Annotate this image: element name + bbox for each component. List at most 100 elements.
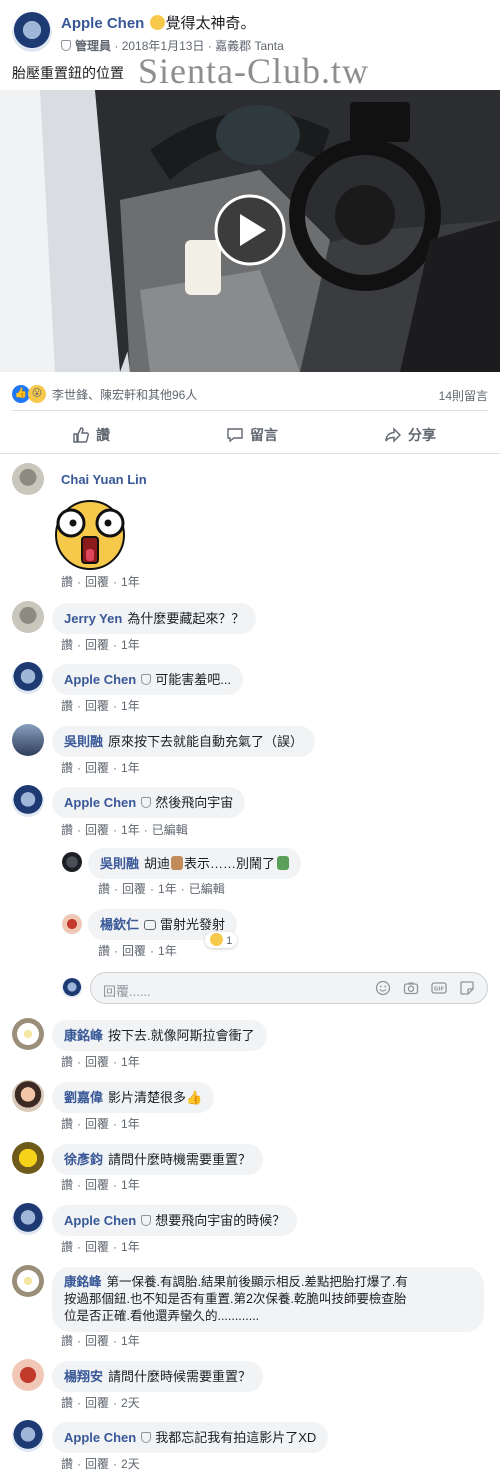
- commenter-avatar[interactable]: [12, 724, 44, 756]
- comment-text-line: 第一保養.有調胎.結果前後顯示相反.差點把胎打爆了.有: [106, 1275, 408, 1289]
- comment-text: 我都忘記我有拍這影片了XD: [155, 1430, 317, 1445]
- commenter-avatar[interactable]: [12, 1420, 44, 1452]
- reactions-row[interactable]: 👍 😮 李世鋒、陳宏軒和其他96人: [12, 385, 197, 403]
- commenter-name[interactable]: Apple Chen: [64, 795, 136, 810]
- comment-actions: 讚 · 回覆 · 1年: [61, 1334, 140, 1348]
- commenter-name[interactable]: Apple Chen: [64, 1213, 136, 1228]
- commenter-name[interactable]: Apple Chen: [64, 1430, 136, 1445]
- reply-time[interactable]: 1年: [158, 944, 177, 958]
- commenter-avatar[interactable]: [12, 1203, 44, 1235]
- reply-reaction-badge[interactable]: 1: [205, 932, 238, 948]
- replier-avatar[interactable]: [62, 914, 82, 934]
- comment-time[interactable]: 2天: [121, 1457, 140, 1470]
- comment-time[interactable]: 1年: [121, 823, 140, 837]
- comment-reply-link[interactable]: 回覆: [85, 1178, 109, 1192]
- my-avatar: [62, 978, 82, 998]
- commenter-avatar[interactable]: [12, 662, 44, 694]
- comment-reply-link[interactable]: 回覆: [85, 699, 109, 713]
- comment-reply-link[interactable]: 回覆: [85, 1055, 109, 1069]
- comment-like-link[interactable]: 讚: [61, 699, 73, 713]
- comment-time[interactable]: 2天: [121, 1396, 140, 1410]
- replier-name[interactable]: 吳則融: [100, 856, 139, 871]
- commenter-avatar[interactable]: [12, 785, 44, 817]
- comment-time[interactable]: 1年: [121, 1240, 140, 1254]
- comment-like-link[interactable]: 讚: [61, 1055, 73, 1069]
- commenter-avatar[interactable]: [12, 1359, 44, 1391]
- comment-like-link[interactable]: 讚: [61, 1178, 73, 1192]
- commenter-name[interactable]: 康銘峰: [64, 1028, 103, 1043]
- reply-reply-link[interactable]: 回覆: [122, 944, 146, 958]
- share-button[interactable]: 分享: [384, 425, 436, 445]
- comment-reply-link[interactable]: 回覆: [85, 823, 109, 837]
- comment-actions: 讚 · 回覆 · 1年: [61, 699, 140, 713]
- comment-reply-link[interactable]: 回覆: [85, 1117, 109, 1131]
- reaction-names[interactable]: 李世鋒、陳宏軒和其他96人: [52, 386, 197, 403]
- reply-input[interactable]: 回覆...... GIF: [90, 972, 488, 1004]
- comment-time[interactable]: 1年: [121, 638, 140, 652]
- comments-count[interactable]: 14則留言: [439, 387, 488, 404]
- author-avatar[interactable]: [12, 12, 52, 52]
- commenter-name[interactable]: 楊翔安: [64, 1369, 103, 1384]
- divider: [12, 410, 488, 411]
- commenter-name[interactable]: Chai Yuan Lin: [61, 472, 147, 487]
- comment-like-link[interactable]: 讚: [61, 1396, 73, 1410]
- comment-like-link[interactable]: 讚: [61, 823, 73, 837]
- comment-time[interactable]: 1年: [121, 699, 140, 713]
- camera-icon[interactable]: [403, 980, 419, 996]
- like-button[interactable]: 讚: [72, 425, 110, 445]
- comment-reply-link[interactable]: 回覆: [85, 1240, 109, 1254]
- comment-text-line: 按過那個鈕.也不知是否有重置.第2次保養.乾脆叫技師要檢查胎: [64, 1292, 407, 1306]
- comment-time[interactable]: 1年: [121, 1055, 140, 1069]
- commenter-name[interactable]: 吳則融: [64, 734, 103, 749]
- replier-avatar[interactable]: [62, 852, 82, 872]
- reply-reply-link[interactable]: 回覆: [122, 882, 146, 896]
- reply-like-link[interactable]: 讚: [98, 944, 110, 958]
- comment-like-link[interactable]: 讚: [61, 1457, 73, 1470]
- commenter-name[interactable]: 康銘峰: [64, 1275, 102, 1289]
- edited-label[interactable]: 已編輯: [189, 882, 225, 896]
- commenter-avatar[interactable]: [12, 1265, 44, 1297]
- comment-button[interactable]: 留言: [226, 425, 278, 445]
- post-video[interactable]: [0, 90, 500, 372]
- commenter-name[interactable]: 劉嘉偉: [64, 1090, 103, 1105]
- comment-reply-link[interactable]: 回覆: [85, 1396, 109, 1410]
- comment-reply-link[interactable]: 回覆: [85, 761, 109, 775]
- comment-time[interactable]: 1年: [121, 1334, 140, 1348]
- commenter-avatar[interactable]: [12, 601, 44, 633]
- comment-like-link[interactable]: 讚: [61, 638, 73, 652]
- comment-bubble: 康銘峰 按下去.就像阿斯拉會衝了: [52, 1020, 267, 1051]
- commenter-avatar[interactable]: [12, 1142, 44, 1174]
- reply-time[interactable]: 1年: [158, 882, 177, 896]
- commenter-name[interactable]: Apple Chen: [64, 672, 136, 687]
- comment-reply-link[interactable]: 回覆: [85, 575, 109, 589]
- commenter-name[interactable]: Jerry Yen: [64, 611, 122, 626]
- comment-like-link[interactable]: 讚: [61, 1334, 73, 1348]
- reply-placeholder: 回覆......: [103, 984, 151, 999]
- comment-actions: 讚 · 回覆 · 1年: [61, 638, 140, 652]
- comment-like-link[interactable]: 讚: [61, 761, 73, 775]
- commenter-avatar[interactable]: [12, 1018, 44, 1050]
- comment-actions: 讚 · 回覆 · 1年 · 已編輯: [61, 823, 188, 837]
- reply-like-link[interactable]: 讚: [98, 882, 110, 896]
- comment-time[interactable]: 1年: [121, 1117, 140, 1131]
- comment-actions: 讚 · 回覆 · 2天: [61, 1396, 140, 1410]
- comment-time[interactable]: 1年: [121, 1178, 140, 1192]
- replier-name[interactable]: 楊欽仁: [100, 917, 139, 932]
- comment-time[interactable]: 1年: [121, 761, 140, 775]
- feeling-icon: [149, 15, 165, 30]
- sticker-icon[interactable]: [459, 980, 475, 996]
- edited-label[interactable]: 已編輯: [152, 823, 188, 837]
- comment-time[interactable]: 1年: [121, 575, 140, 589]
- comment-reply-link[interactable]: 回覆: [85, 638, 109, 652]
- comment-reply-link[interactable]: 回覆: [85, 1457, 109, 1470]
- comment-like-link[interactable]: 讚: [61, 1240, 73, 1254]
- comment-like-link[interactable]: 讚: [61, 1117, 73, 1131]
- commenter-avatar[interactable]: [12, 1080, 44, 1112]
- comment-reply-link[interactable]: 回覆: [85, 1334, 109, 1348]
- commenter-name[interactable]: 徐彥鈞: [64, 1152, 103, 1167]
- gif-icon[interactable]: GIF: [431, 980, 447, 996]
- commenter-avatar[interactable]: [12, 463, 44, 495]
- author-name[interactable]: Apple Chen: [61, 15, 144, 32]
- comment-like-link[interactable]: 讚: [61, 575, 73, 589]
- emoji-icon[interactable]: [375, 980, 391, 996]
